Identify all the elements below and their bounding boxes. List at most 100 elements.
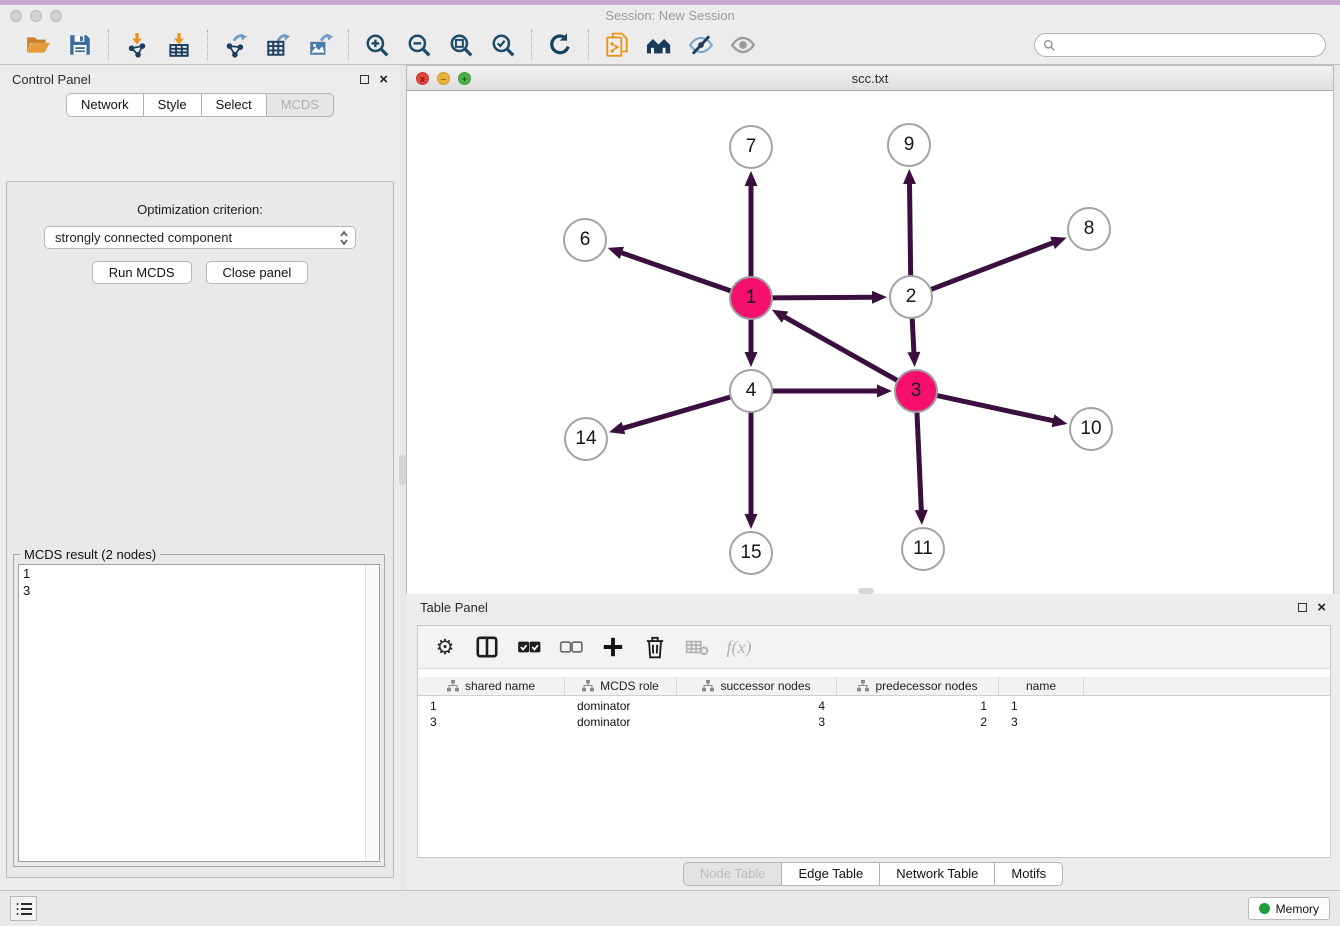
edge-1-4[interactable] xyxy=(745,352,758,367)
column-view-icon[interactable] xyxy=(474,632,500,662)
graph-canvas[interactable]: 1 2 3 4 6 7 8 9 10 11 14 15 xyxy=(407,91,1333,594)
zoom-out-icon[interactable] xyxy=(403,30,435,60)
mcds-result-group: MCDS result (2 nodes) 13 xyxy=(13,554,385,867)
graph-node-9[interactable]: 9 xyxy=(887,123,931,167)
tab-mcds[interactable]: MCDS xyxy=(267,93,334,117)
criterion-dropdown[interactable]: strongly connected component xyxy=(44,226,356,249)
tab-style[interactable]: Style xyxy=(144,93,202,117)
float-panel-icon[interactable] xyxy=(360,75,369,84)
edge-3-1[interactable] xyxy=(783,316,898,381)
edge-2-8[interactable] xyxy=(930,242,1055,290)
mcds-result-list[interactable]: 13 xyxy=(18,564,380,862)
table-panel: Table Panel × ⚙ xyxy=(406,594,1340,890)
tab-node-table[interactable]: Node Table xyxy=(683,862,783,886)
graph-node-11[interactable]: 11 xyxy=(901,527,945,571)
unselect-all-icon[interactable] xyxy=(558,632,584,662)
memory-button[interactable]: Memory xyxy=(1248,897,1330,920)
column-header-name[interactable]: name xyxy=(999,677,1084,695)
graph-node-4[interactable]: 4 xyxy=(729,369,773,413)
edge-3-10[interactable] xyxy=(936,395,1055,421)
graph-node-14[interactable]: 14 xyxy=(564,417,608,461)
graph-node-10[interactable]: 10 xyxy=(1069,407,1113,451)
zoom-fit-icon[interactable] xyxy=(445,30,477,60)
table-row[interactable]: 1dominator411 xyxy=(418,698,1330,714)
column-header-successor-nodes[interactable]: successor nodes xyxy=(677,677,837,695)
edge-1-2[interactable] xyxy=(872,291,887,304)
settings-gear-icon[interactable]: ⚙ xyxy=(432,632,458,662)
import-table-icon[interactable] xyxy=(163,30,195,60)
first-neighbors-icon[interactable] xyxy=(643,30,675,60)
column-header-MCDS-role[interactable]: MCDS role xyxy=(565,677,677,695)
edge-4-15[interactable] xyxy=(745,514,758,529)
graph-node-15[interactable]: 15 xyxy=(729,531,773,575)
hide-selected-icon[interactable] xyxy=(685,30,717,60)
export-network-icon[interactable] xyxy=(220,30,252,60)
task-history-button[interactable] xyxy=(10,896,37,921)
delete-column-icon[interactable] xyxy=(642,632,668,662)
show-all-icon[interactable] xyxy=(727,30,759,60)
edge-1-6[interactable] xyxy=(620,252,732,291)
export-image-icon[interactable] xyxy=(304,30,336,60)
clone-network-icon[interactable] xyxy=(601,30,633,60)
network-view-window: x – + scc.txt 1 2 3 4 6 7 8 9 10 11 14 15 xyxy=(406,65,1334,594)
mcds-tab-content: Optimization criterion: strongly connect… xyxy=(6,181,394,878)
float-table-panel-icon[interactable] xyxy=(1298,603,1307,612)
graph-node-3[interactable]: 3 xyxy=(894,369,938,413)
open-file-icon[interactable] xyxy=(22,30,54,60)
edge-1-6[interactable] xyxy=(608,247,624,259)
import-network-icon[interactable] xyxy=(121,30,153,60)
edge-4-14[interactable] xyxy=(609,422,625,434)
graph-node-2[interactable]: 2 xyxy=(889,275,933,319)
export-table-icon[interactable] xyxy=(262,30,294,60)
run-mcds-button[interactable]: Run MCDS xyxy=(92,261,192,284)
add-column-icon[interactable] xyxy=(600,632,626,662)
close-panel-icon[interactable]: × xyxy=(379,72,388,87)
network-window-titlebar[interactable]: x – + scc.txt xyxy=(407,66,1333,91)
graph-node-7[interactable]: 7 xyxy=(729,125,773,169)
search-field[interactable] xyxy=(1034,33,1326,57)
edge-2-9[interactable] xyxy=(910,182,911,277)
function-builder-icon[interactable]: f(x) xyxy=(726,632,752,662)
column-header-shared-name[interactable]: shared name xyxy=(418,677,565,695)
control-panel-tabs: NetworkStyleSelectMCDS xyxy=(0,93,400,117)
edge-2-3[interactable] xyxy=(912,317,914,354)
control-panel: Control Panel × NetworkStyleSelectMCDS O… xyxy=(0,65,400,890)
save-session-icon[interactable] xyxy=(64,30,96,60)
zoom-in-icon[interactable] xyxy=(361,30,393,60)
control-panel-title: Control Panel xyxy=(12,72,91,87)
edge-3-11[interactable] xyxy=(917,411,922,512)
cell-name: 3 xyxy=(999,714,1084,730)
edge-1-7[interactable] xyxy=(745,171,758,186)
delete-table-icon[interactable] xyxy=(684,632,710,662)
zoom-selected-icon[interactable] xyxy=(487,30,519,60)
table-row[interactable]: 3dominator323 xyxy=(418,714,1330,730)
edge-4-3[interactable] xyxy=(877,385,892,398)
tab-motifs[interactable]: Motifs xyxy=(995,862,1063,886)
tab-select[interactable]: Select xyxy=(202,93,267,117)
close-table-panel-icon[interactable]: × xyxy=(1317,600,1326,615)
tab-network-table[interactable]: Network Table xyxy=(880,862,995,886)
edge-2-3[interactable] xyxy=(907,352,920,367)
column-header-predecessor-nodes[interactable]: predecessor nodes xyxy=(837,677,999,695)
graph-node-1[interactable]: 1 xyxy=(729,276,773,320)
edge-1-2[interactable] xyxy=(771,297,874,298)
vertical-splitter-handle[interactable] xyxy=(399,455,406,485)
refresh-icon[interactable] xyxy=(544,30,576,60)
graph-node-8[interactable]: 8 xyxy=(1067,207,1111,251)
graph-node-6[interactable]: 6 xyxy=(563,218,607,262)
close-panel-button[interactable]: Close panel xyxy=(206,261,309,284)
memory-label: Memory xyxy=(1276,902,1319,916)
edge-3-11[interactable] xyxy=(915,510,928,525)
criterion-value: strongly connected component xyxy=(55,230,232,245)
edge-3-10[interactable] xyxy=(1052,414,1068,427)
edge-4-14[interactable] xyxy=(622,397,732,429)
edge-2-9[interactable] xyxy=(903,169,916,184)
result-scrollbar[interactable] xyxy=(365,565,379,861)
tab-network[interactable]: Network xyxy=(66,93,144,117)
search-input[interactable] xyxy=(1061,38,1317,52)
node-table-container: ⚙ f(x) shared nameMCDS rolesuccessor nod… xyxy=(417,625,1331,858)
tab-edge-table[interactable]: Edge Table xyxy=(782,862,880,886)
select-all-icon[interactable] xyxy=(516,632,542,662)
cell-shared-name: 3 xyxy=(418,714,565,730)
edge-2-8[interactable] xyxy=(1050,237,1066,249)
